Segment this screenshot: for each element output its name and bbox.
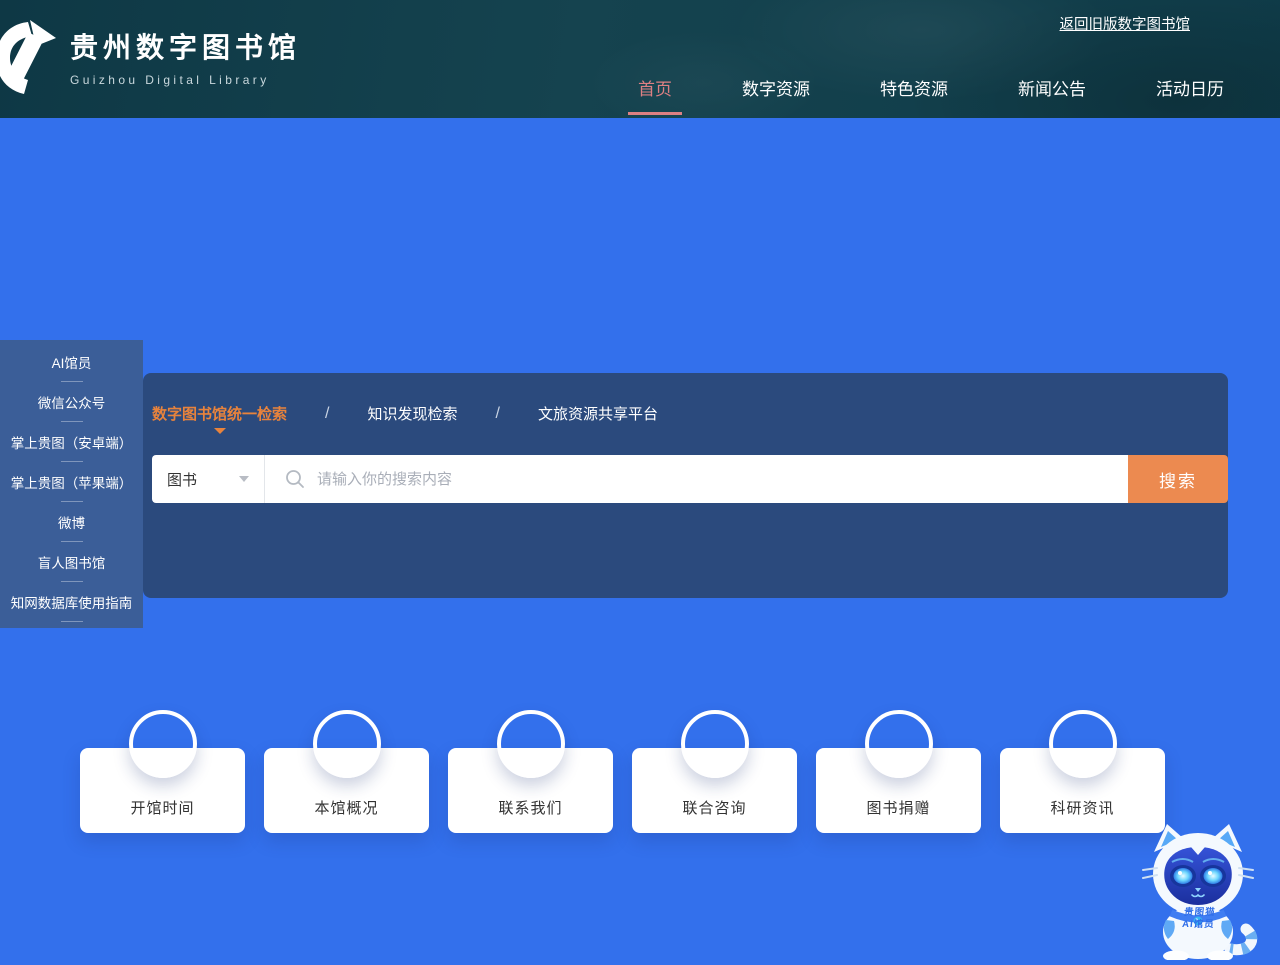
search-bar: 图书 [152,455,1128,503]
nav-item-digital-resources[interactable]: 数字资源 [742,75,810,100]
circle-icon [865,710,933,778]
nav-item-news[interactable]: 新闻公告 [1018,75,1086,100]
tab-separator: / [495,405,499,423]
circle-icon [1049,710,1117,778]
nav-item-label: 特色资源 [880,80,948,99]
sidebar-item-wechat[interactable]: 微信公众号 [0,382,143,422]
robot-cat-icon [1142,820,1260,960]
sidebar-item-label: 掌上贵图（安卓端） [11,432,133,452]
library-logo-icon [0,14,58,100]
card-label: 图书捐赠 [866,797,930,818]
tab-label: 知识发现检索 [367,406,457,423]
nav-item-featured-resources[interactable]: 特色资源 [880,75,948,100]
caret-down-icon [239,476,249,482]
sidebar-item-app-android[interactable]: 掌上贵图（安卓端） [0,422,143,462]
tab-label: 文旅资源共享平台 [538,406,658,423]
ai-mascot-cat[interactable]: 贵图猫 AI馆员 [1142,820,1260,960]
nav-item-home[interactable]: 首页 [638,75,672,100]
main-nav: 首页 数字资源 特色资源 新闻公告 活动日历 [638,75,1224,100]
nav-item-label: 数字资源 [742,80,810,99]
nav-item-label: 活动日历 [1156,80,1224,99]
circle-icon [313,710,381,778]
nav-active-underline [628,112,682,115]
sidebar-item-label: 盲人图书馆 [38,552,106,572]
logo[interactable]: 贵州数字图书馆 Guizhou Digital Library [0,14,301,100]
mascot-name-line1: 贵图猫 [1142,907,1257,919]
category-dropdown[interactable]: 图书 [152,455,265,503]
search-input-area [265,455,1128,503]
search-tabs: 数字图书馆统一检索 / 知识发现检索 / 文旅资源共享平台 [152,403,658,424]
quick-link-opening-hours[interactable]: 开馆时间 [80,710,245,834]
site-title: 贵州数字图书馆 [70,26,301,66]
quick-access-sidebar: AI馆员 微信公众号 掌上贵图（安卓端） 掌上贵图（苹果端） 微博 盲人图书馆 … [0,340,143,628]
nav-item-label: 首页 [638,80,672,99]
search-icon [285,469,305,489]
tab-culture-tourism-platform[interactable]: 文旅资源共享平台 [538,403,658,424]
circle-icon [129,710,197,778]
quick-links: 开馆时间 本馆概况 联系我们 联合咨询 图书捐赠 科研资讯 [80,710,1165,834]
search-button[interactable]: 搜索 [1128,455,1228,503]
header: 贵州数字图书馆 Guizhou Digital Library 返回旧版数字图书… [0,0,1280,118]
tab-separator: / [325,405,329,423]
card-label: 开馆时间 [130,797,194,818]
old-version-link[interactable]: 返回旧版数字图书馆 [1060,13,1191,34]
sidebar-item-label: 微信公众号 [38,392,106,412]
sidebar-item-app-ios[interactable]: 掌上贵图（苹果端） [0,462,143,502]
card-label: 本馆概况 [314,797,378,818]
search-input[interactable] [317,471,1128,488]
quick-link-book-donation[interactable]: 图书捐赠 [816,710,981,834]
sidebar-item-label: AI馆员 [52,352,92,372]
circle-icon [681,710,749,778]
nav-item-label: 新闻公告 [1018,80,1086,99]
sidebar-item-cnki-guide[interactable]: 知网数据库使用指南 [0,582,143,622]
circle-icon [497,710,565,778]
search-panel: 数字图书馆统一检索 / 知识发现检索 / 文旅资源共享平台 图书 搜索 [143,373,1228,598]
card-label: 联合咨询 [682,797,746,818]
sidebar-item-ai-librarian[interactable]: AI馆员 [0,342,143,382]
nav-item-events-calendar[interactable]: 活动日历 [1156,75,1224,100]
tab-label: 数字图书馆统一检索 [152,406,287,423]
site-subtitle: Guizhou Digital Library [70,73,301,87]
sidebar-item-weibo[interactable]: 微博 [0,502,143,542]
card-label: 联系我们 [498,797,562,818]
category-selected-value: 图书 [167,469,197,490]
sidebar-item-blind-library[interactable]: 盲人图书馆 [0,542,143,582]
quick-link-contact-us[interactable]: 联系我们 [448,710,613,834]
sidebar-item-label: 知网数据库使用指南 [11,592,133,612]
quick-link-joint-consultation[interactable]: 联合咨询 [632,710,797,834]
quick-link-research-news[interactable]: 科研资讯 [1000,710,1165,834]
mascot-name-badge: 贵图猫 AI馆员 [1141,907,1258,932]
sidebar-item-label: 掌上贵图（苹果端） [11,472,133,492]
quick-link-library-overview[interactable]: 本馆概况 [264,710,429,834]
tab-active-indicator-icon [214,428,226,434]
tab-knowledge-discovery[interactable]: 知识发现检索 [367,403,457,424]
sidebar-item-label: 微博 [58,512,85,532]
tab-unified-search[interactable]: 数字图书馆统一检索 [152,403,287,424]
card-label: 科研资讯 [1050,797,1114,818]
mascot-name-line2: AI馆员 [1141,920,1256,932]
